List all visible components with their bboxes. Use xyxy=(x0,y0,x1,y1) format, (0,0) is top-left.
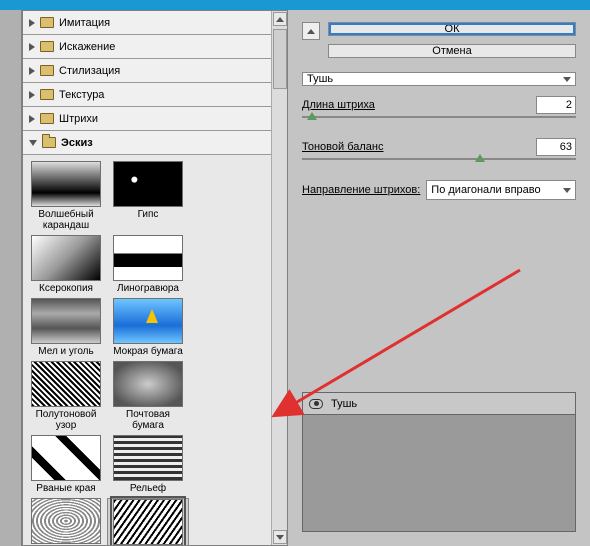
tone-balance-slider[interactable] xyxy=(302,156,576,170)
filter-gallery-panel: Имитация Искажение Стилизация xyxy=(22,10,288,546)
category-distort[interactable]: Искажение xyxy=(23,35,271,59)
category-sketch[interactable]: Эскиз xyxy=(23,131,271,155)
thumb-item[interactable]: Линогравюра xyxy=(107,235,189,294)
thumb-preview xyxy=(31,235,101,281)
category-label: Искажение xyxy=(59,41,115,53)
thumb-item[interactable]: Ретикуляция xyxy=(25,498,107,545)
thumb-label: Мокрая бумага xyxy=(113,346,183,357)
thumb-preview xyxy=(113,161,183,207)
folder-icon xyxy=(40,89,54,100)
category-label: Эскиз xyxy=(61,137,93,149)
thumb-item[interactable]: Почтовая бумага xyxy=(107,361,189,431)
scroll-thumb[interactable] xyxy=(273,29,287,89)
thumb-item[interactable]: Мокрая бумага xyxy=(107,298,189,357)
category-label: Стилизация xyxy=(59,65,120,77)
thumb-label: Ксерокопия xyxy=(39,283,93,294)
collapse-toggle[interactable] xyxy=(302,22,320,40)
folder-icon xyxy=(40,41,54,52)
stroke-length-input[interactable]: 2 xyxy=(536,96,576,114)
thumb-item-selected[interactable]: Тушь xyxy=(107,498,189,545)
folder-icon xyxy=(40,65,54,76)
folder-open-icon xyxy=(42,137,56,148)
stroke-length-label: Длина штриха xyxy=(302,99,375,111)
thumb-preview xyxy=(113,499,183,545)
thumb-label: Почтовая бумага xyxy=(109,409,187,431)
thumb-preview xyxy=(113,298,183,344)
thumb-item[interactable]: Рваные края xyxy=(25,435,107,494)
visibility-eye-icon[interactable] xyxy=(309,399,323,409)
direction-select[interactable]: По диагонали вправо xyxy=(426,180,576,200)
category-stylize[interactable]: Стилизация xyxy=(23,59,271,83)
thumb-label: Волшебный карандаш xyxy=(27,209,105,231)
thumb-preview xyxy=(31,498,101,544)
chevron-right-icon xyxy=(29,19,35,27)
thumb-label: Рваные края xyxy=(36,483,95,494)
chevron-down-icon xyxy=(563,77,571,82)
layer-row[interactable]: Тушь xyxy=(303,393,575,415)
thumb-preview xyxy=(31,361,101,407)
thumb-preview xyxy=(113,435,183,481)
vertical-scrollbar[interactable] xyxy=(271,11,287,545)
thumb-item[interactable]: Волшебный карандаш xyxy=(25,161,107,231)
thumb-item[interactable]: Мел и уголь xyxy=(25,298,107,357)
thumbnails-area: Волшебный карандаш Гипс Ксерокопия Линог… xyxy=(23,155,271,545)
layer-name: Тушь xyxy=(331,398,357,410)
slider-thumb-icon[interactable] xyxy=(307,112,317,120)
filter-select-value: Тушь xyxy=(307,73,333,85)
stroke-length-slider[interactable] xyxy=(302,114,576,128)
scroll-up-icon[interactable] xyxy=(273,12,287,26)
thumb-label: Рельеф xyxy=(130,483,166,494)
thumb-item[interactable]: Полутоновой узор xyxy=(25,361,107,431)
folder-icon xyxy=(40,113,54,124)
thumb-label: Мел и уголь xyxy=(38,346,93,357)
category-label: Текстура xyxy=(59,89,104,101)
chevron-right-icon xyxy=(29,91,35,99)
thumb-item[interactable]: Рельеф xyxy=(107,435,189,494)
thumb-label: Гипс xyxy=(138,209,159,220)
category-imitation[interactable]: Имитация xyxy=(23,11,271,35)
direction-label: Направление штрихов: xyxy=(302,184,420,196)
category-list: Имитация Искажение Стилизация xyxy=(23,11,271,155)
category-strokes[interactable]: Штрихи xyxy=(23,107,271,131)
left-gutter xyxy=(0,10,22,546)
chevron-right-icon xyxy=(29,115,35,123)
filter-select[interactable]: Тушь xyxy=(302,72,576,86)
chevron-right-icon xyxy=(29,43,35,51)
folder-icon xyxy=(40,17,54,28)
tone-balance-label: Тоновой баланс xyxy=(302,141,384,153)
chevron-down-icon xyxy=(563,188,571,193)
thumb-item[interactable]: Гипс xyxy=(107,161,189,231)
thumb-preview xyxy=(113,361,183,407)
category-label: Штрихи xyxy=(59,113,98,125)
direction-value: По диагонали вправо xyxy=(431,184,540,196)
thumb-preview xyxy=(31,298,101,344)
slider-thumb-icon[interactable] xyxy=(475,154,485,162)
settings-panel: ОК Отмена Тушь Длина штриха 2 xyxy=(288,10,590,546)
category-texture[interactable]: Текстура xyxy=(23,83,271,107)
thumb-label: Линогравюра xyxy=(117,283,179,294)
cancel-button[interactable]: Отмена xyxy=(328,44,576,58)
thumb-label: Полутоновой узор xyxy=(27,409,105,431)
scroll-down-icon[interactable] xyxy=(273,530,287,544)
chevron-down-icon xyxy=(29,140,37,146)
window-title-bar xyxy=(0,0,590,10)
thumb-preview xyxy=(31,161,101,207)
thumb-preview xyxy=(113,235,183,281)
thumb-item[interactable]: Ксерокопия xyxy=(25,235,107,294)
thumb-preview xyxy=(31,435,101,481)
chevron-right-icon xyxy=(29,67,35,75)
category-label: Имитация xyxy=(59,17,110,29)
tone-balance-input[interactable]: 63 xyxy=(536,138,576,156)
effect-layers-panel: Тушь xyxy=(302,392,576,532)
ok-button[interactable]: ОК xyxy=(328,22,576,36)
